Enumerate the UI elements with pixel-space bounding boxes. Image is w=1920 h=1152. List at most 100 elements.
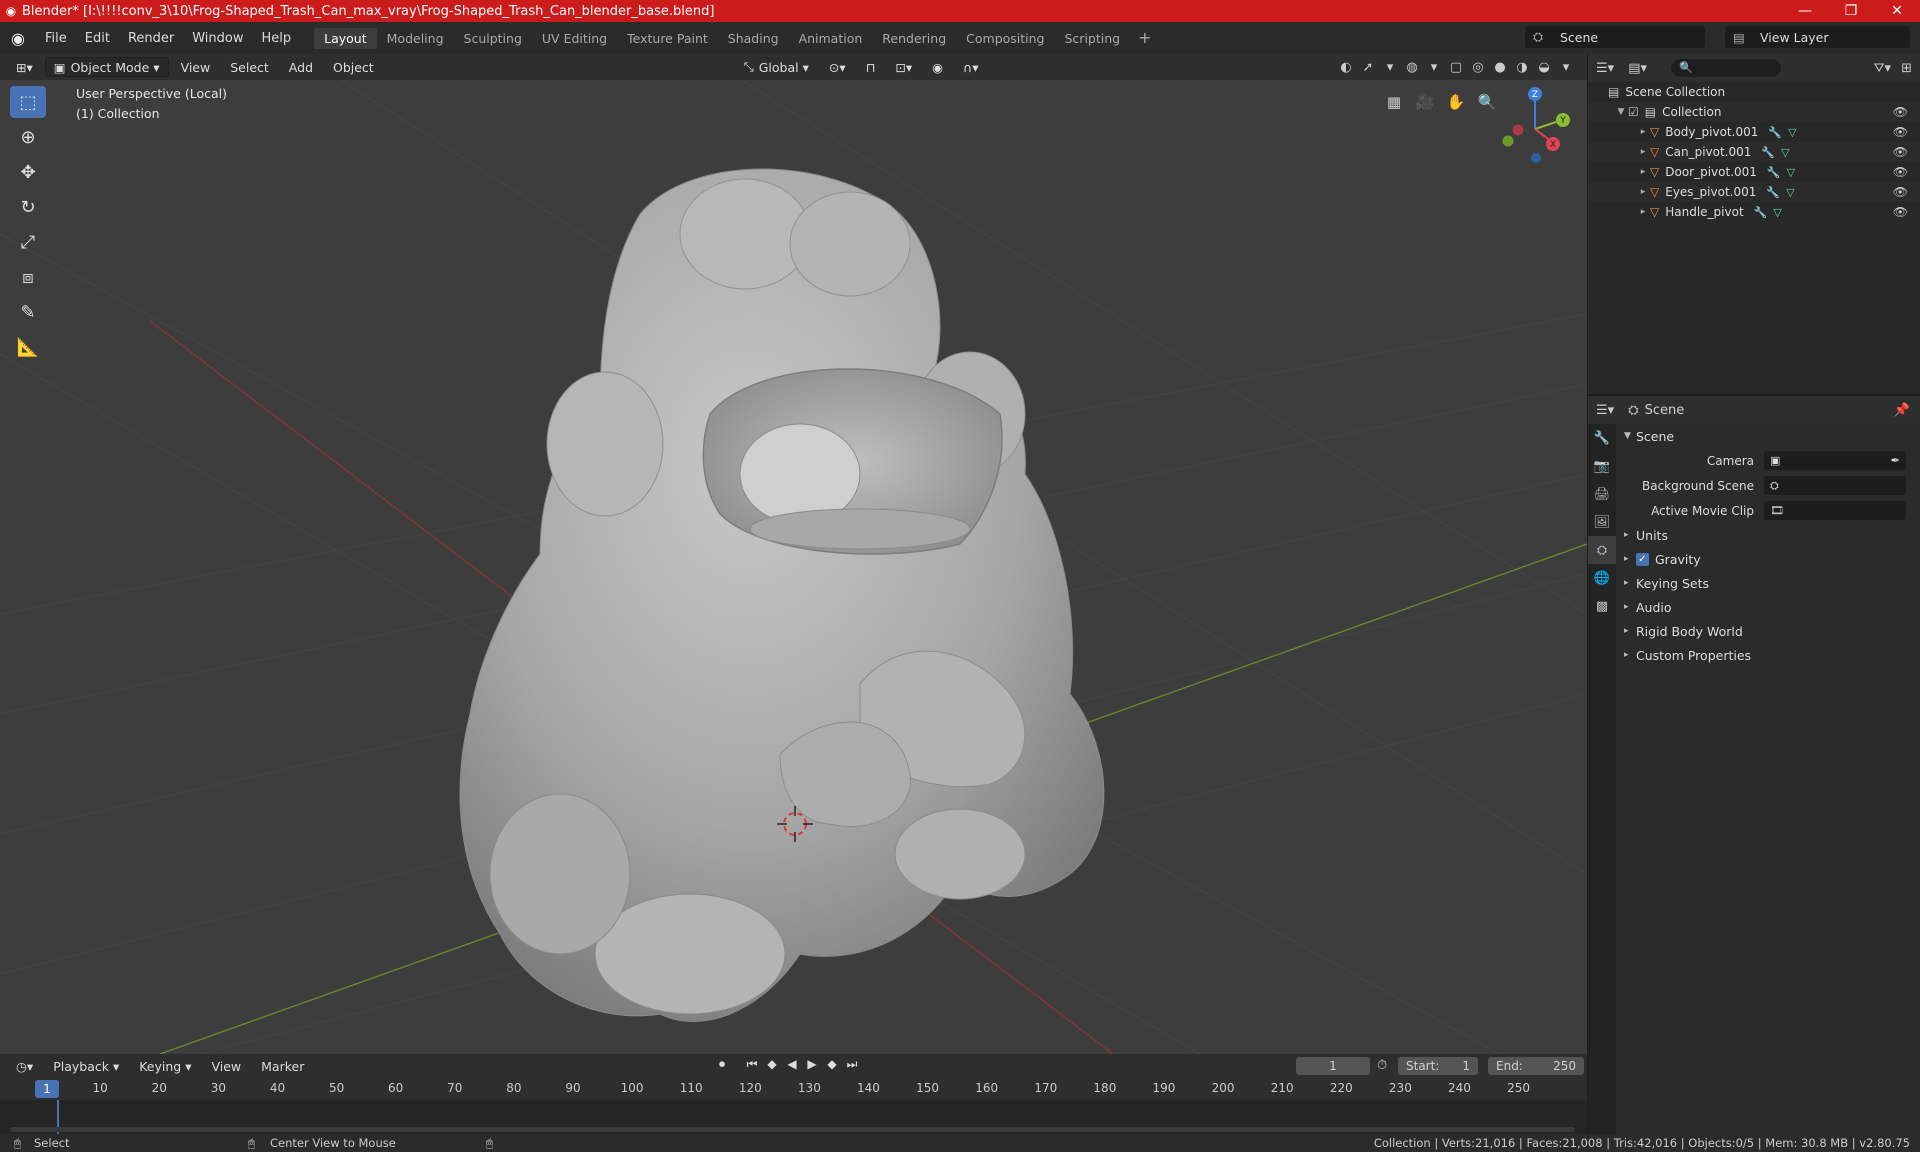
modifier-icon[interactable]: 🔧 [1754,206,1768,219]
eye-icon[interactable]: 👁 [1893,185,1908,199]
eye-icon[interactable]: 👁 [1893,205,1908,219]
rendered-shading-icon[interactable]: ◒ [1533,57,1555,77]
mesh-data-icon[interactable]: ▽ [1787,166,1795,179]
transform-orientation[interactable]: ⤡ Global ▾ [736,57,817,77]
tab-scripting[interactable]: Scripting [1055,28,1131,49]
output-tab-icon[interactable]: 🖨 [1588,480,1616,508]
add-workspace-button[interactable]: + [1130,28,1159,49]
eyedropper-icon[interactable]: ✒ [1891,454,1900,467]
menu-playback[interactable]: Playback ▾ [45,1056,127,1076]
move-tool-icon[interactable]: ✥ [10,156,46,188]
jump-start-icon[interactable]: ⏮ [742,1057,762,1072]
menu-file[interactable]: File [36,31,76,46]
material-shading-icon[interactable]: ◑ [1511,57,1533,77]
menu-help[interactable]: Help [253,31,301,46]
modifier-icon[interactable]: 🔧 [1768,126,1782,139]
menu-edit[interactable]: Edit [76,31,119,46]
editor-type-icon[interactable]: ⊞▾ [8,57,41,77]
expand-icon[interactable]: ▸ [1636,147,1650,157]
keying-sets-panel-header[interactable]: ▸ Keying Sets [1618,571,1920,595]
tab-sculpting[interactable]: Sculpting [454,28,532,49]
tab-layout[interactable]: Layout [314,27,377,49]
expand-icon[interactable]: ▸ [1636,127,1650,137]
menu-render[interactable]: Render [119,31,183,46]
preview-range-icon[interactable]: ⏱ [1377,1058,1387,1073]
blender-menu-icon[interactable]: ◉ [0,29,36,48]
collection-checkbox[interactable]: ☑ [1628,105,1639,119]
transform-tool-icon[interactable]: ⧈ [10,261,46,293]
current-frame-marker[interactable]: 1 [35,1080,59,1098]
maximize-button[interactable]: ❐ [1828,3,1874,19]
overlay-toggle-icon[interactable]: ◍ [1401,57,1423,77]
modifier-icon[interactable]: 🔧 [1766,186,1780,199]
snap-icon[interactable]: ⊓ [858,57,884,77]
outliner-item-handle[interactable]: ▸ ▽ Handle_pivot 🔧 ▽ 👁 [1588,202,1920,222]
gizmo-toggle-icon[interactable]: ➚ [1357,57,1379,77]
collection-expand-icon[interactable]: ▼ [1614,107,1628,117]
collection-row[interactable]: ▼ ☑ ▤ Collection 👁 [1588,102,1920,122]
outliner-item-eyes[interactable]: ▸ ▽ Eyes_pivot.001 🔧 ▽ 👁 [1588,182,1920,202]
new-collection-icon[interactable]: ⊞ [1901,61,1912,76]
timeline-scrollbar[interactable] [10,1127,1575,1132]
tab-shading[interactable]: Shading [718,28,789,49]
gravity-checkbox[interactable]: ✓ [1636,552,1649,566]
gizmo-dropdown-icon[interactable]: ▾ [1379,57,1401,77]
properties-editor-icon[interactable]: ☰▾ [1596,403,1614,418]
mesh-data-icon[interactable]: ▽ [1773,206,1781,219]
modifier-icon[interactable]: 🔧 [1761,146,1775,159]
display-mode-icon[interactable]: ▤▾ [1628,61,1647,76]
select-box-tool-icon[interactable]: ⬚ [10,86,46,118]
expand-icon[interactable]: ▸ [1636,207,1650,217]
menu-select[interactable]: Select [222,57,277,77]
scene-collection-row[interactable]: ▤ Scene Collection [1588,82,1920,102]
scale-tool-icon[interactable]: ⤢ [10,226,46,258]
overlay-dropdown-icon[interactable]: ▾ [1423,57,1445,77]
solid-shading-icon[interactable]: ● [1489,57,1511,77]
expand-icon[interactable]: ▸ [1636,167,1650,177]
play-reverse-icon[interactable]: ◀ [782,1057,802,1072]
annotate-tool-icon[interactable]: ✎ [10,296,46,328]
menu-marker[interactable]: Marker [253,1056,312,1076]
play-icon[interactable]: ▶ [802,1057,822,1072]
menu-object[interactable]: Object [325,57,382,77]
mesh-data-icon[interactable]: ▽ [1786,186,1794,199]
scene-panel-header[interactable]: ▼ Scene [1618,424,1920,448]
outliner-search-input[interactable]: 🔍 [1671,59,1781,77]
world-tab-icon[interactable]: 🌐 [1588,564,1616,592]
timeline-track[interactable] [0,1100,1587,1134]
view-layer-tab-icon[interactable]: 🖼 [1588,508,1616,536]
pin-icon[interactable]: 📌 [1894,403,1910,418]
xray-icon[interactable]: ▢ [1445,57,1467,77]
tab-animation[interactable]: Animation [789,28,873,49]
scene-selector[interactable]: ⛭ Scene [1525,26,1705,48]
timeline-editor-icon[interactable]: ◷▾ [8,1056,41,1076]
tab-texture-paint[interactable]: Texture Paint [617,28,718,49]
menu-window[interactable]: Window [183,31,252,46]
tab-compositing[interactable]: Compositing [956,28,1054,49]
current-frame-field[interactable]: 1 [1296,1057,1370,1075]
shading-dropdown-icon[interactable]: ▾ [1555,57,1577,77]
render-tab-icon[interactable]: 📷 [1588,452,1616,480]
wireframe-shading-icon[interactable]: ◎ [1467,57,1489,77]
eye-icon[interactable]: 👁 [1893,145,1908,159]
close-button[interactable]: ✕ [1874,3,1920,19]
audio-panel-header[interactable]: ▸ Audio [1618,595,1920,619]
outliner-editor-icon[interactable]: ☰▾ [1596,61,1614,76]
minimize-button[interactable]: — [1782,3,1828,19]
next-keyframe-icon[interactable]: ◆ [822,1057,842,1072]
tab-uv-editing[interactable]: UV Editing [532,28,617,49]
menu-add[interactable]: Add [281,57,321,77]
expand-icon[interactable]: ▸ [1636,187,1650,197]
menu-view[interactable]: View [173,57,219,77]
texture-tab-icon[interactable]: ▩ [1588,592,1616,620]
mode-selector[interactable]: ▣ Object Mode ▾ [44,57,169,77]
collection-eye-icon[interactable]: 👁 [1893,105,1908,119]
record-icon[interactable]: ⏺ [712,1057,732,1072]
outliner-item-body[interactable]: ▸ ▽ Body_pivot.001 🔧 ▽ 👁 [1588,122,1920,142]
outliner-item-door[interactable]: ▸ ▽ Door_pivot.001 🔧 ▽ 👁 [1588,162,1920,182]
modifier-icon[interactable]: 🔧 [1767,166,1781,179]
frog-trash-can-model[interactable] [459,168,1105,1022]
cursor-tool-icon[interactable]: ⊕ [10,121,46,153]
prev-keyframe-icon[interactable]: ◆ [762,1057,782,1072]
grid-view-icon[interactable]: ▦ [1380,88,1408,116]
